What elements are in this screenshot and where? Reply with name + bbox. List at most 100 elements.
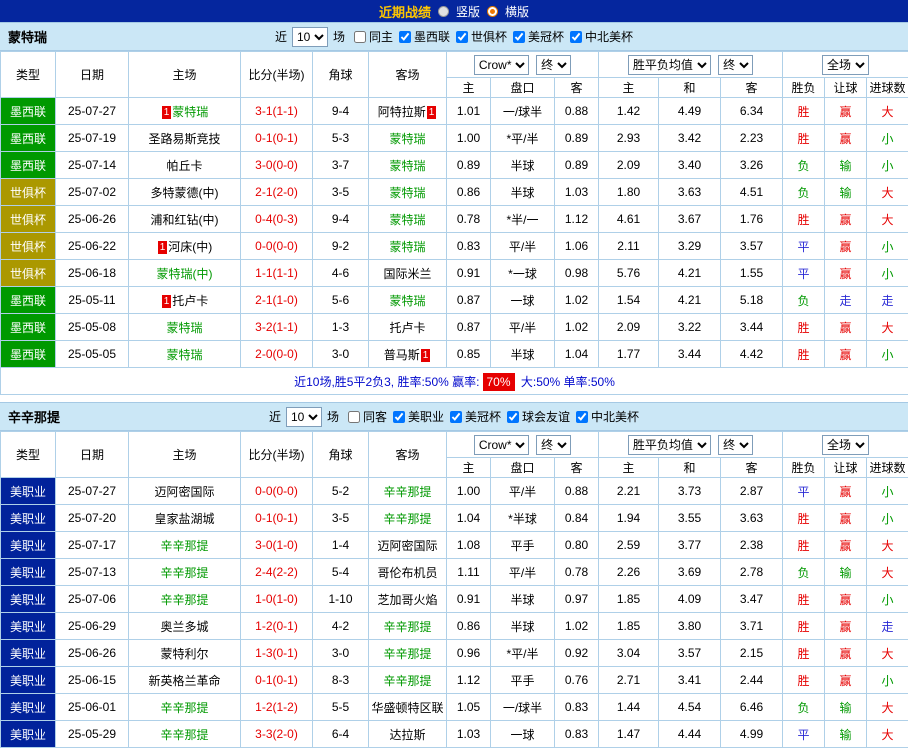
- bookmaker-select[interactable]: Crow*: [474, 435, 529, 455]
- league-filter-checkbox[interactable]: 美职业: [393, 408, 444, 425]
- team-label: 国际米兰: [383, 267, 431, 281]
- vertical-layout-radio[interactable]: [438, 6, 449, 17]
- result-handicap: 赢: [825, 206, 867, 233]
- team-label: 蒙特瑞: [166, 348, 202, 362]
- euro-draw-odds: 4.21: [659, 260, 721, 287]
- league-badge: 墨西联: [1, 152, 56, 179]
- result-win-draw-loss: 平: [783, 233, 825, 260]
- final-odds-select[interactable]: 终: [536, 435, 571, 455]
- match-row: 美职业 25-06-26 蒙特利尔 1-3(0-1) 3-0 辛辛那提 0.96…: [1, 640, 908, 667]
- red-card-badge: 1: [162, 106, 172, 119]
- asian-away-odds: 0.88: [555, 478, 599, 505]
- league-filter-checkbox[interactable]: 中北美杯: [576, 408, 639, 425]
- vertical-layout-label[interactable]: 竖版: [456, 3, 480, 20]
- match-row: 美职业 25-07-17 辛辛那提 3-0(1-0) 1-4 迈阿密国际 1.0…: [1, 532, 908, 559]
- result-win-draw-loss: 负: [783, 559, 825, 586]
- match-date: 25-07-27: [56, 478, 129, 505]
- red-card-badge: 1: [162, 295, 172, 308]
- match-count-select[interactable]: 10: [292, 27, 328, 47]
- result-goals: 小: [867, 233, 908, 260]
- asian-away-odds: 0.80: [555, 532, 599, 559]
- match-date: 25-06-26: [56, 640, 129, 667]
- score: 0-1(0-1): [241, 505, 313, 532]
- asian-away-odds: 0.98: [555, 260, 599, 287]
- final-odds-select-2[interactable]: 终: [718, 55, 753, 75]
- section-header-bar: 辛辛那提 近 10 场 同客 美职业 美冠杯 球会友谊 中北美杯: [0, 402, 908, 431]
- euro-away-odds: 3.26: [721, 152, 783, 179]
- team-label: 蒙特瑞: [172, 105, 208, 119]
- league-badge: 世俱杯: [1, 233, 56, 260]
- col-header-home: 主场: [129, 432, 241, 478]
- checkbox-input[interactable]: [348, 411, 360, 423]
- result-win-draw-loss: 平: [783, 478, 825, 505]
- away-team: 哥伦布机员: [369, 559, 447, 586]
- team-label: 圣路易斯竞技: [148, 132, 220, 146]
- checkbox-input[interactable]: [570, 31, 582, 43]
- home-team: 辛辛那提: [129, 721, 241, 748]
- checkbox-input[interactable]: [576, 411, 588, 423]
- checkbox-input[interactable]: [456, 31, 468, 43]
- horizontal-layout-label[interactable]: 横版: [505, 3, 529, 20]
- league-filter-checkbox[interactable]: 球会友谊: [507, 408, 570, 425]
- col-header-handicap-result: 让球: [825, 458, 867, 478]
- full-match-select[interactable]: 全场: [822, 55, 869, 75]
- col-header-goals: 进球数: [867, 458, 908, 478]
- home-team: 皇家盐湖城: [129, 505, 241, 532]
- result-win-draw-loss: 胜: [783, 613, 825, 640]
- wdl-average-select[interactable]: 胜平负均值: [628, 435, 711, 455]
- league-filter-checkbox[interactable]: 同客: [348, 408, 387, 425]
- team-label: 辛辛那提: [383, 620, 431, 634]
- league-filter-checkbox[interactable]: 墨西联: [399, 28, 450, 45]
- euro-draw-odds: 4.54: [659, 694, 721, 721]
- home-team: 浦和红钻(中): [129, 206, 241, 233]
- checkbox-input[interactable]: [354, 31, 366, 43]
- result-goals: 小: [867, 478, 908, 505]
- euro-home-odds: 1.54: [599, 287, 659, 314]
- away-team: 达拉斯: [369, 721, 447, 748]
- checkbox-input[interactable]: [450, 411, 462, 423]
- table-header-filter-row: 类型 日期 主场 比分(半场) 角球 客场 Crow* 终 胜平负均值 终: [1, 52, 908, 78]
- checkbox-input[interactable]: [507, 411, 519, 423]
- match-row: 美职业 25-06-29 奥兰多城 1-2(0-1) 4-2 辛辛那提 0.86…: [1, 613, 908, 640]
- col-header-away: 客场: [369, 52, 447, 98]
- bookmaker-select[interactable]: Crow*: [474, 55, 529, 75]
- away-team: 蒙特瑞: [369, 287, 447, 314]
- checkbox-label: 同主: [369, 28, 393, 45]
- checkbox-input[interactable]: [399, 31, 411, 43]
- asian-home-odds: 0.96: [447, 640, 491, 667]
- asian-away-odds: 0.83: [555, 721, 599, 748]
- asian-away-odds: 1.06: [555, 233, 599, 260]
- league-filter-checkbox[interactable]: 世俱杯: [456, 28, 507, 45]
- checkbox-input[interactable]: [393, 411, 405, 423]
- match-row: 美职业 25-07-27 迈阿密国际 0-0(0-0) 5-2 辛辛那提 1.0…: [1, 478, 908, 505]
- summary-text: 大:50% 单率:50%: [518, 375, 615, 389]
- corner-score: 6-4: [313, 721, 369, 748]
- league-filter-checkbox[interactable]: 同主: [354, 28, 393, 45]
- league-filter-checkbox[interactable]: 美冠杯: [450, 408, 501, 425]
- league-badge: 世俱杯: [1, 206, 56, 233]
- full-match-select[interactable]: 全场: [822, 435, 869, 455]
- page-title: 近期战绩: [379, 2, 431, 21]
- league-filter-checkbox[interactable]: 美冠杯: [513, 28, 564, 45]
- euro-home-odds: 1.47: [599, 721, 659, 748]
- result-handicap: 赢: [825, 98, 867, 125]
- team-label: 辛辛那提: [383, 485, 431, 499]
- checkbox-input[interactable]: [513, 31, 525, 43]
- col-header-corner: 角球: [313, 52, 369, 98]
- result-goals: 小: [867, 152, 908, 179]
- match-row: 世俱杯 25-07-02 多特蒙德(中) 2-1(2-0) 3-5 蒙特瑞 0.…: [1, 179, 908, 206]
- horizontal-layout-radio[interactable]: [487, 6, 498, 17]
- col-header-handicap: 盘口: [491, 458, 555, 478]
- wdl-average-select[interactable]: 胜平负均值: [628, 55, 711, 75]
- league-badge: 墨西联: [1, 98, 56, 125]
- match-date: 25-06-29: [56, 613, 129, 640]
- asian-home-odds: 1.00: [447, 478, 491, 505]
- final-odds-select-2[interactable]: 终: [718, 435, 753, 455]
- team-label: 河床(中): [168, 240, 212, 254]
- col-header-score: 比分(半场): [241, 52, 313, 98]
- euro-odds-filter-cell: 胜平负均值 终: [599, 52, 783, 78]
- league-filter-checkbox[interactable]: 中北美杯: [570, 28, 633, 45]
- final-odds-select[interactable]: 终: [536, 55, 571, 75]
- team-label: 迈阿密国际: [154, 485, 214, 499]
- match-count-select[interactable]: 10: [286, 407, 322, 427]
